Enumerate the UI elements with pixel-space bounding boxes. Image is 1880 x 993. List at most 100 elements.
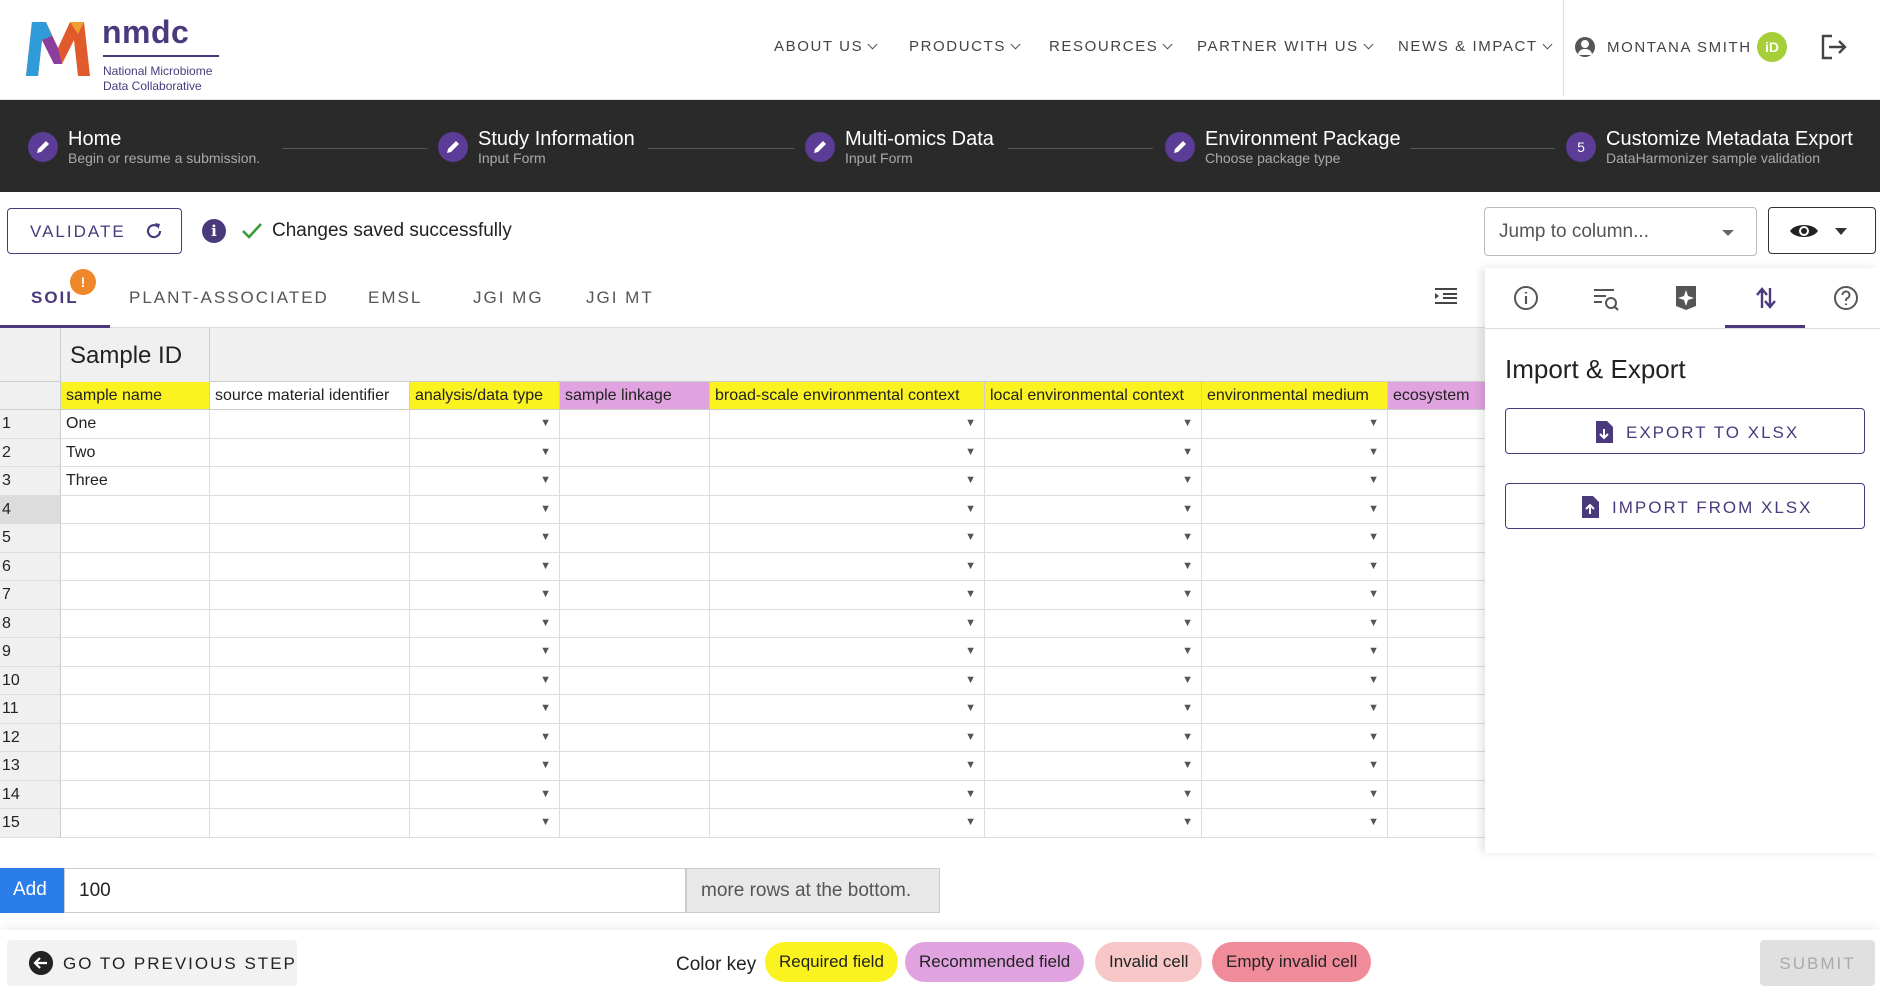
grid-cell[interactable] [210,495,410,524]
grid-cell[interactable]: ▼ [410,410,560,439]
grid-cell[interactable] [560,438,710,467]
grid-cell[interactable] [560,524,710,553]
grid-cell[interactable]: ▼ [710,410,985,439]
grid-cell[interactable]: ▼ [410,438,560,467]
grid-cell[interactable]: ▼ [410,467,560,496]
grid-cell[interactable] [210,752,410,781]
grid-cell[interactable]: ▼ [1202,495,1388,524]
export-xlsx-button[interactable]: EXPORT TO XLSX [1505,408,1865,454]
grid-cell[interactable]: ▼ [710,809,985,838]
column-header[interactable]: ecosystem [1388,382,1485,410]
grid-cell[interactable] [560,723,710,752]
grid-cell[interactable] [61,723,210,752]
sparkle-icon[interactable] [1672,284,1700,312]
grid-cell[interactable]: ▼ [710,695,985,724]
grid-cell[interactable]: ▼ [410,581,560,610]
dropdown-arrow-icon[interactable]: ▼ [1368,788,1379,800]
dropdown-arrow-icon[interactable]: ▼ [540,645,551,657]
add-rows-button[interactable]: Add [0,868,64,913]
orcid-icon[interactable]: iD [1757,32,1787,62]
dropdown-arrow-icon[interactable]: ▼ [965,617,976,629]
dropdown-arrow-icon[interactable]: ▼ [540,731,551,743]
grid-cell[interactable] [1388,781,1485,809]
dropdown-arrow-icon[interactable]: ▼ [965,446,976,458]
user-name[interactable]: MONTANA SMITH [1607,39,1752,56]
grid-cell[interactable]: ▼ [410,752,560,781]
info-icon[interactable]: i [202,219,226,243]
grid-cell[interactable]: ▼ [1202,752,1388,781]
column-header[interactable]: local environmental context [985,382,1202,410]
row-number[interactable]: 7 [0,581,61,610]
grid-cell[interactable]: ▼ [410,524,560,553]
grid-cell[interactable] [560,780,710,809]
grid-cell[interactable] [1388,610,1485,638]
grid-cell[interactable]: ▼ [710,467,985,496]
grid-cell[interactable]: ▼ [410,723,560,752]
row-number[interactable]: 10 [0,666,61,695]
grid-cell[interactable]: ▼ [410,666,560,695]
grid-cell[interactable] [560,495,710,524]
grid-cell[interactable] [1388,439,1485,467]
grid-cell[interactable] [210,552,410,581]
dropdown-arrow-icon[interactable]: ▼ [965,417,976,429]
column-group-sample-id[interactable]: Sample ID [61,328,210,382]
info-icon[interactable] [1512,284,1540,312]
grid-cell[interactable]: Three [61,467,210,496]
grid-cell[interactable]: ▼ [985,410,1202,439]
dropdown-arrow-icon[interactable]: ▼ [540,560,551,572]
column-header[interactable]: environmental medium [1202,382,1388,410]
nav-products[interactable]: PRODUCTS [909,38,1021,55]
grid-cell[interactable]: ▼ [985,581,1202,610]
grid-cell[interactable]: ▼ [985,723,1202,752]
grid-cell[interactable]: ▼ [985,638,1202,667]
grid-cell[interactable] [1388,695,1485,724]
dropdown-arrow-icon[interactable]: ▼ [540,674,551,686]
import-xlsx-button[interactable]: IMPORT FROM XLSX [1505,483,1865,529]
tab-soil[interactable]: SOIL [31,288,79,308]
grid-cell[interactable] [1388,638,1485,667]
grid-cell[interactable]: ▼ [710,780,985,809]
grid-cell[interactable]: ▼ [985,495,1202,524]
tab-emsl[interactable]: EMSL [368,288,422,308]
dropdown-arrow-icon[interactable]: ▼ [1368,474,1379,486]
grid-cell[interactable] [61,638,210,667]
dropdown-arrow-icon[interactable]: ▼ [965,560,976,572]
dropdown-arrow-icon[interactable]: ▼ [540,588,551,600]
grid-cell[interactable]: ▼ [710,552,985,581]
grid-cell[interactable]: ▼ [1202,524,1388,553]
grid-cell[interactable]: ▼ [1202,581,1388,610]
grid-cell[interactable]: ▼ [1202,723,1388,752]
grid-cell[interactable]: ▼ [985,809,1202,838]
grid-cell[interactable] [560,467,710,496]
dropdown-arrow-icon[interactable]: ▼ [1182,588,1193,600]
row-number[interactable]: 3 [0,467,61,496]
grid-cell[interactable] [61,524,210,553]
grid-cell[interactable]: Two [61,438,210,467]
grid-cell[interactable] [210,638,410,667]
grid-cell[interactable] [210,666,410,695]
grid-cell[interactable]: ▼ [1202,638,1388,667]
row-number[interactable]: 2 [0,438,61,467]
grid-cell[interactable]: ▼ [1202,438,1388,467]
dropdown-arrow-icon[interactable]: ▼ [1182,474,1193,486]
dropdown-arrow-icon[interactable]: ▼ [1368,674,1379,686]
grid-cell[interactable]: ▼ [410,552,560,581]
grid-cell[interactable] [560,752,710,781]
dropdown-arrow-icon[interactable]: ▼ [965,645,976,657]
dropdown-arrow-icon[interactable]: ▼ [965,816,976,828]
grid-cell[interactable]: One [61,410,210,439]
grid-cell[interactable]: ▼ [1202,695,1388,724]
grid-cell[interactable]: ▼ [410,609,560,638]
dropdown-arrow-icon[interactable]: ▼ [1368,617,1379,629]
dropdown-arrow-icon[interactable]: ▼ [540,759,551,771]
dropdown-arrow-icon[interactable]: ▼ [1182,759,1193,771]
grid-cell[interactable]: ▼ [985,467,1202,496]
submit-button[interactable]: SUBMIT [1760,940,1875,986]
grid-cell[interactable] [1388,752,1485,781]
column-visibility-button[interactable] [1768,207,1876,254]
logout-icon[interactable] [1820,34,1848,60]
grid-cell[interactable]: ▼ [1202,666,1388,695]
grid-cell[interactable]: ▼ [410,638,560,667]
grid-cell[interactable]: ▼ [985,609,1202,638]
grid-cell[interactable] [560,581,710,610]
